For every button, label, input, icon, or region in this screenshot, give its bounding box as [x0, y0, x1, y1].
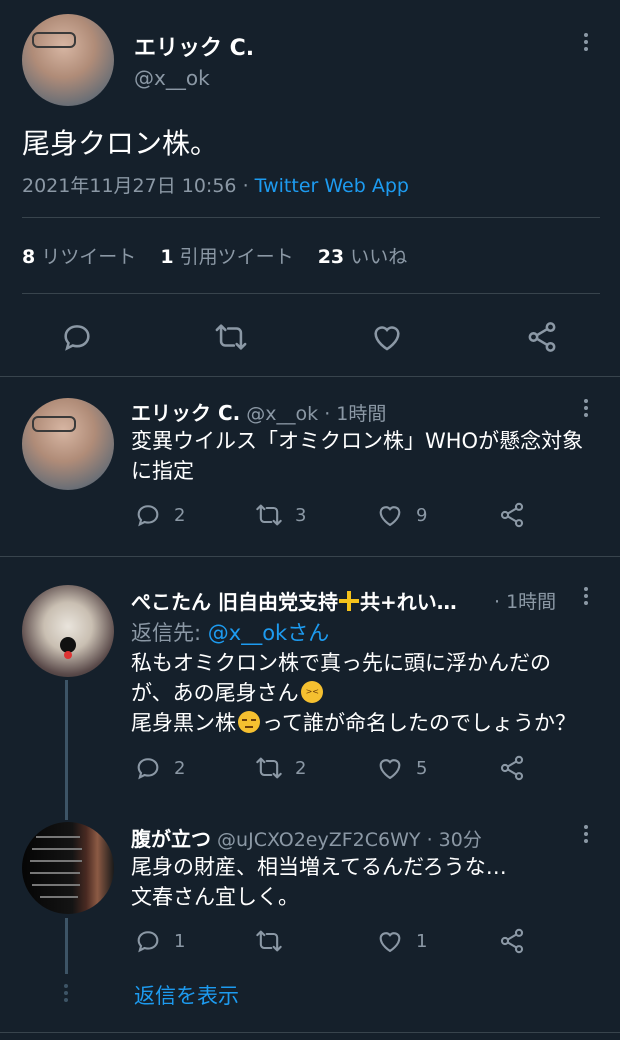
retweet-button[interactable]	[214, 320, 248, 354]
reply-header: エリック C. @x__ok · 1時間	[131, 397, 386, 426]
source-link[interactable]: Twitter Web App	[255, 175, 409, 197]
separator: ·	[242, 175, 249, 197]
reply-author-handle[interactable]: @x__ok	[246, 403, 318, 425]
reply-time[interactable]: · 1時間	[494, 587, 556, 614]
reply-header: ぺこたん 旧自由党支持 共+れい…	[131, 586, 457, 615]
share-icon	[498, 927, 526, 955]
main-author-name[interactable]: エリック C.	[134, 30, 254, 62]
more-options-icon[interactable]	[576, 822, 596, 846]
reply-button[interactable]: 2	[134, 754, 185, 782]
reply-time[interactable]: · 1時間	[324, 403, 386, 425]
share-button[interactable]	[525, 320, 559, 354]
share-button[interactable]	[498, 501, 526, 529]
reply-text: 変異ウイルス「オミクロン株」WHOが懸念対象 に指定	[131, 429, 584, 483]
reply-icon	[134, 501, 162, 529]
reply-author-handle[interactable]: @uJCXO2eyZF2C6WY	[217, 829, 420, 851]
share-icon	[498, 501, 526, 529]
pensive-face-emoji-icon	[238, 711, 260, 733]
reply-text: 私もオミクロン株で真っ先に頭に浮かんだの が、あの尾身さん >< 尾身黒ン株 って誰…	[131, 651, 576, 735]
retweet-button[interactable]: 3	[255, 501, 306, 529]
reply-button[interactable]	[60, 320, 94, 354]
reply-header: 腹が立つ @uJCXO2eyZF2C6WY · 30分	[131, 823, 482, 852]
share-icon	[498, 754, 526, 782]
more-options-icon[interactable]	[576, 30, 596, 54]
heart-icon	[376, 754, 404, 782]
reply-button[interactable]: 2	[134, 501, 185, 529]
reply-author-avatar[interactable]	[22, 398, 114, 490]
reply-author-avatar[interactable]	[22, 585, 114, 677]
reply-icon	[60, 320, 94, 354]
reply-icon	[134, 927, 162, 955]
reply-time[interactable]: · 30分	[427, 829, 482, 851]
reply-to-line: 返信先: @x__okさん	[131, 621, 330, 645]
thread-dots	[64, 984, 68, 1002]
like-button[interactable]: 5	[376, 754, 427, 782]
reply-author-name[interactable]: 腹が立つ	[131, 827, 211, 851]
reply-author-name[interactable]: ぺこたん 旧自由党支持	[131, 590, 338, 614]
retweet-icon	[255, 754, 283, 782]
share-button[interactable]	[498, 754, 526, 782]
likes-stat[interactable]: 23 いいね	[318, 246, 408, 268]
reply-icon	[134, 754, 162, 782]
reply-author-avatar[interactable]	[22, 822, 114, 914]
retweet-button[interactable]	[255, 927, 283, 955]
share-icon	[525, 320, 559, 354]
heart-icon	[370, 320, 404, 354]
more-options-icon[interactable]	[576, 396, 596, 420]
main-author-handle[interactable]: @x__ok	[134, 66, 210, 90]
share-button[interactable]	[498, 927, 526, 955]
show-replies-link[interactable]: 返信を表示	[134, 980, 239, 1010]
divider	[22, 293, 600, 294]
plus-emoji-icon	[338, 591, 359, 611]
heart-icon	[376, 501, 404, 529]
more-options-icon[interactable]	[576, 584, 596, 608]
tweet-text: 尾身クロン株。	[22, 127, 219, 160]
tweet-stats: 8 リツイート 1 引用ツイート 23 いいね	[22, 242, 407, 269]
reply-text: 尾身の財産、相当増えてるんだろうな… 文春さん宜しく。	[131, 855, 507, 909]
retweet-button[interactable]: 2	[255, 754, 306, 782]
timestamp[interactable]: 2021年11月27日 10:56	[22, 175, 237, 197]
thread-line	[65, 918, 68, 974]
retweets-stat[interactable]: 8 リツイート	[22, 246, 136, 268]
retweet-icon	[214, 320, 248, 354]
reply-author-name[interactable]: エリック C.	[131, 401, 240, 425]
reply-button[interactable]: 1	[134, 927, 185, 955]
reply-author-name-suffix[interactable]: 共+れい…	[360, 590, 457, 614]
retweet-icon	[255, 927, 283, 955]
divider	[0, 1032, 620, 1033]
persevering-face-emoji-icon: ><	[300, 681, 323, 703]
retweet-icon	[255, 501, 283, 529]
like-button[interactable]: 9	[376, 501, 427, 529]
heart-icon	[376, 927, 404, 955]
divider	[0, 556, 620, 557]
thread-line	[65, 680, 68, 820]
like-button[interactable]	[370, 320, 404, 354]
tweet-meta: 2021年11月27日 10:56 · Twitter Web App	[22, 171, 409, 198]
main-author-avatar[interactable]	[22, 14, 114, 106]
quotes-stat[interactable]: 1 引用ツイート	[160, 246, 293, 268]
divider	[22, 217, 600, 218]
like-button[interactable]: 1	[376, 927, 427, 955]
divider	[0, 376, 620, 377]
reply-to-handle[interactable]: @x__okさん	[208, 621, 329, 645]
